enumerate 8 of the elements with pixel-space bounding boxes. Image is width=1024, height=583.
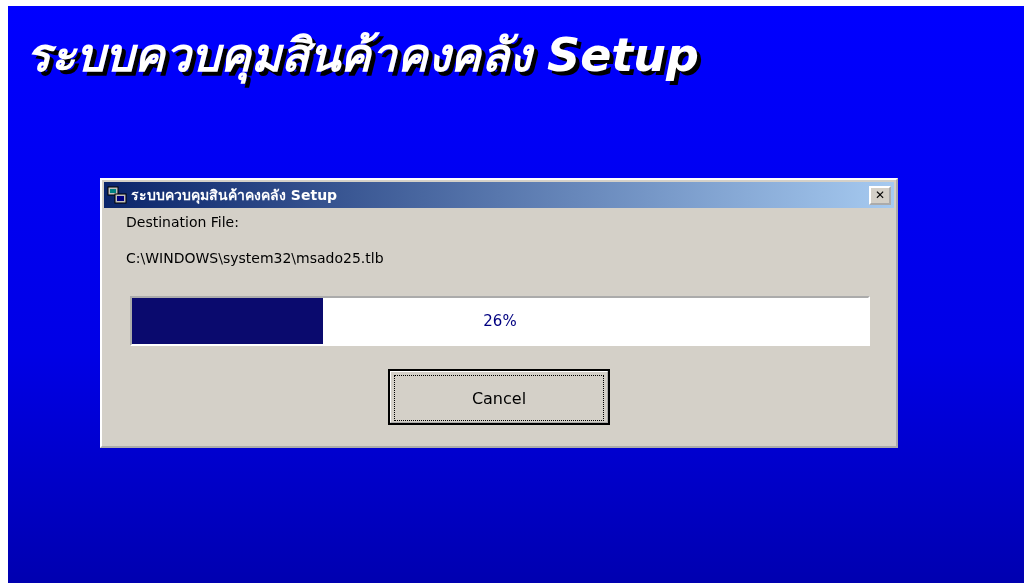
dialog-title: ระบบควบคุมสินค้าคงคลัง Setup — [131, 186, 339, 206]
setup-heading: ระบบควบคุมสินค้าคงคลัง Setup — [26, 27, 699, 86]
progress-reading: 26% — [483, 312, 517, 330]
cancel-button[interactable]: Cancel — [389, 370, 609, 424]
close-button[interactable]: ✕ — [869, 185, 891, 205]
destination-label: Destination File: — [126, 214, 239, 230]
computer-icon — [107, 185, 127, 205]
destination-path: C:\WINDOWS\system32\msado25.tlb — [126, 250, 384, 266]
